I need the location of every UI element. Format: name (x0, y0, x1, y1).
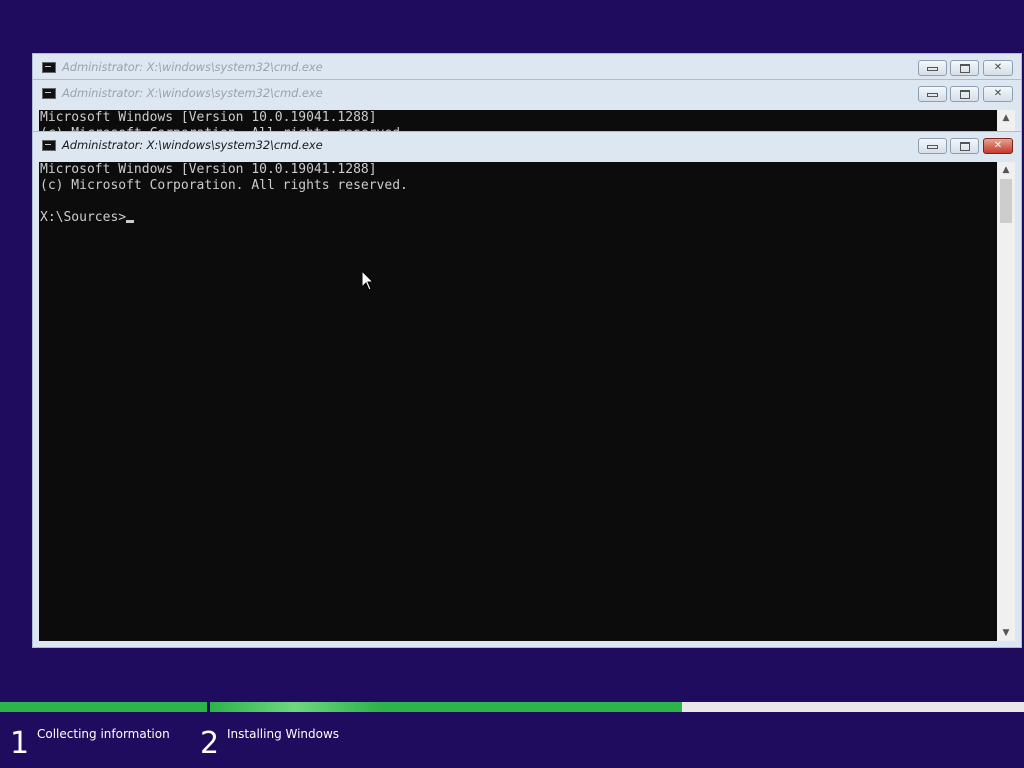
close-button[interactable]: ✕ (983, 138, 1013, 154)
close-button[interactable]: ✕ (983, 86, 1013, 102)
close-icon: ✕ (993, 140, 1003, 151)
cmd-icon (42, 62, 56, 73)
close-icon: ✕ (993, 88, 1003, 99)
title-bar[interactable]: Administrator: X:\windows\system32\cmd.e… (33, 132, 1021, 158)
maximize-icon (959, 90, 970, 99)
minimize-icon (927, 145, 938, 149)
cmd-icon (42, 88, 56, 99)
window-title: Administrator: X:\windows\system32\cmd.e… (62, 86, 323, 100)
title-bar[interactable]: Administrator: X:\windows\system32\cmd.e… (33, 54, 1021, 80)
cmd-icon (42, 140, 56, 151)
window-title: Administrator: X:\windows\system32\cmd.e… (62, 138, 323, 152)
prompt-line[interactable]: X:\Sources> (39, 210, 997, 226)
console-line: Microsoft Windows [Version 10.0.19041.12… (40, 110, 377, 125)
cmd-window-active[interactable]: Administrator: X:\windows\system32\cmd.e… (32, 131, 1022, 648)
maximize-icon (959, 142, 970, 151)
scroll-up-icon[interactable]: ▲ (997, 162, 1015, 178)
close-icon: ✕ (993, 62, 1003, 73)
minimize-button[interactable] (918, 60, 947, 76)
mouse-pointer-icon (362, 271, 374, 291)
minimize-icon (927, 67, 938, 71)
command-prompt: X:\Sources> (40, 210, 127, 225)
scroll-down-icon[interactable]: ▼ (997, 625, 1015, 641)
step-2-number: 2 (200, 726, 220, 761)
scroll-thumb[interactable] (1000, 179, 1012, 223)
minimize-button[interactable] (918, 138, 947, 154)
maximize-button[interactable] (950, 60, 979, 76)
console-output[interactable]: Microsoft Windows [Version 10.0.19041.12… (39, 162, 997, 641)
step-1-label: Collecting information (37, 727, 170, 741)
title-bar[interactable]: Administrator: X:\windows\system32\cmd.e… (33, 80, 1021, 106)
step-1-number: 1 (10, 726, 30, 761)
close-button[interactable]: ✕ (983, 60, 1013, 76)
window-title: Administrator: X:\windows\system32\cmd.e… (62, 60, 323, 74)
text-cursor (126, 220, 135, 223)
maximize-button[interactable] (950, 138, 979, 154)
cmd-window-back-2[interactable]: Administrator: X:\windows\system32\cmd.e… (32, 79, 1022, 135)
progress-fill-2 (210, 702, 683, 712)
minimize-icon (927, 93, 938, 97)
step-2-label: Installing Windows (227, 727, 340, 741)
progress-fill-1 (0, 702, 207, 712)
maximize-icon (959, 64, 970, 73)
progress-step-2 (210, 702, 1024, 712)
maximize-button[interactable] (950, 86, 979, 102)
minimize-button[interactable] (918, 86, 947, 102)
scroll-up-icon[interactable]: ▲ (997, 110, 1015, 126)
progress-step-1 (0, 702, 207, 712)
console-line: (c) Microsoft Corporation. All rights re… (40, 178, 408, 193)
console-line: Microsoft Windows [Version 10.0.19041.12… (40, 162, 377, 177)
vertical-scrollbar[interactable]: ▲ ▼ (997, 162, 1015, 641)
